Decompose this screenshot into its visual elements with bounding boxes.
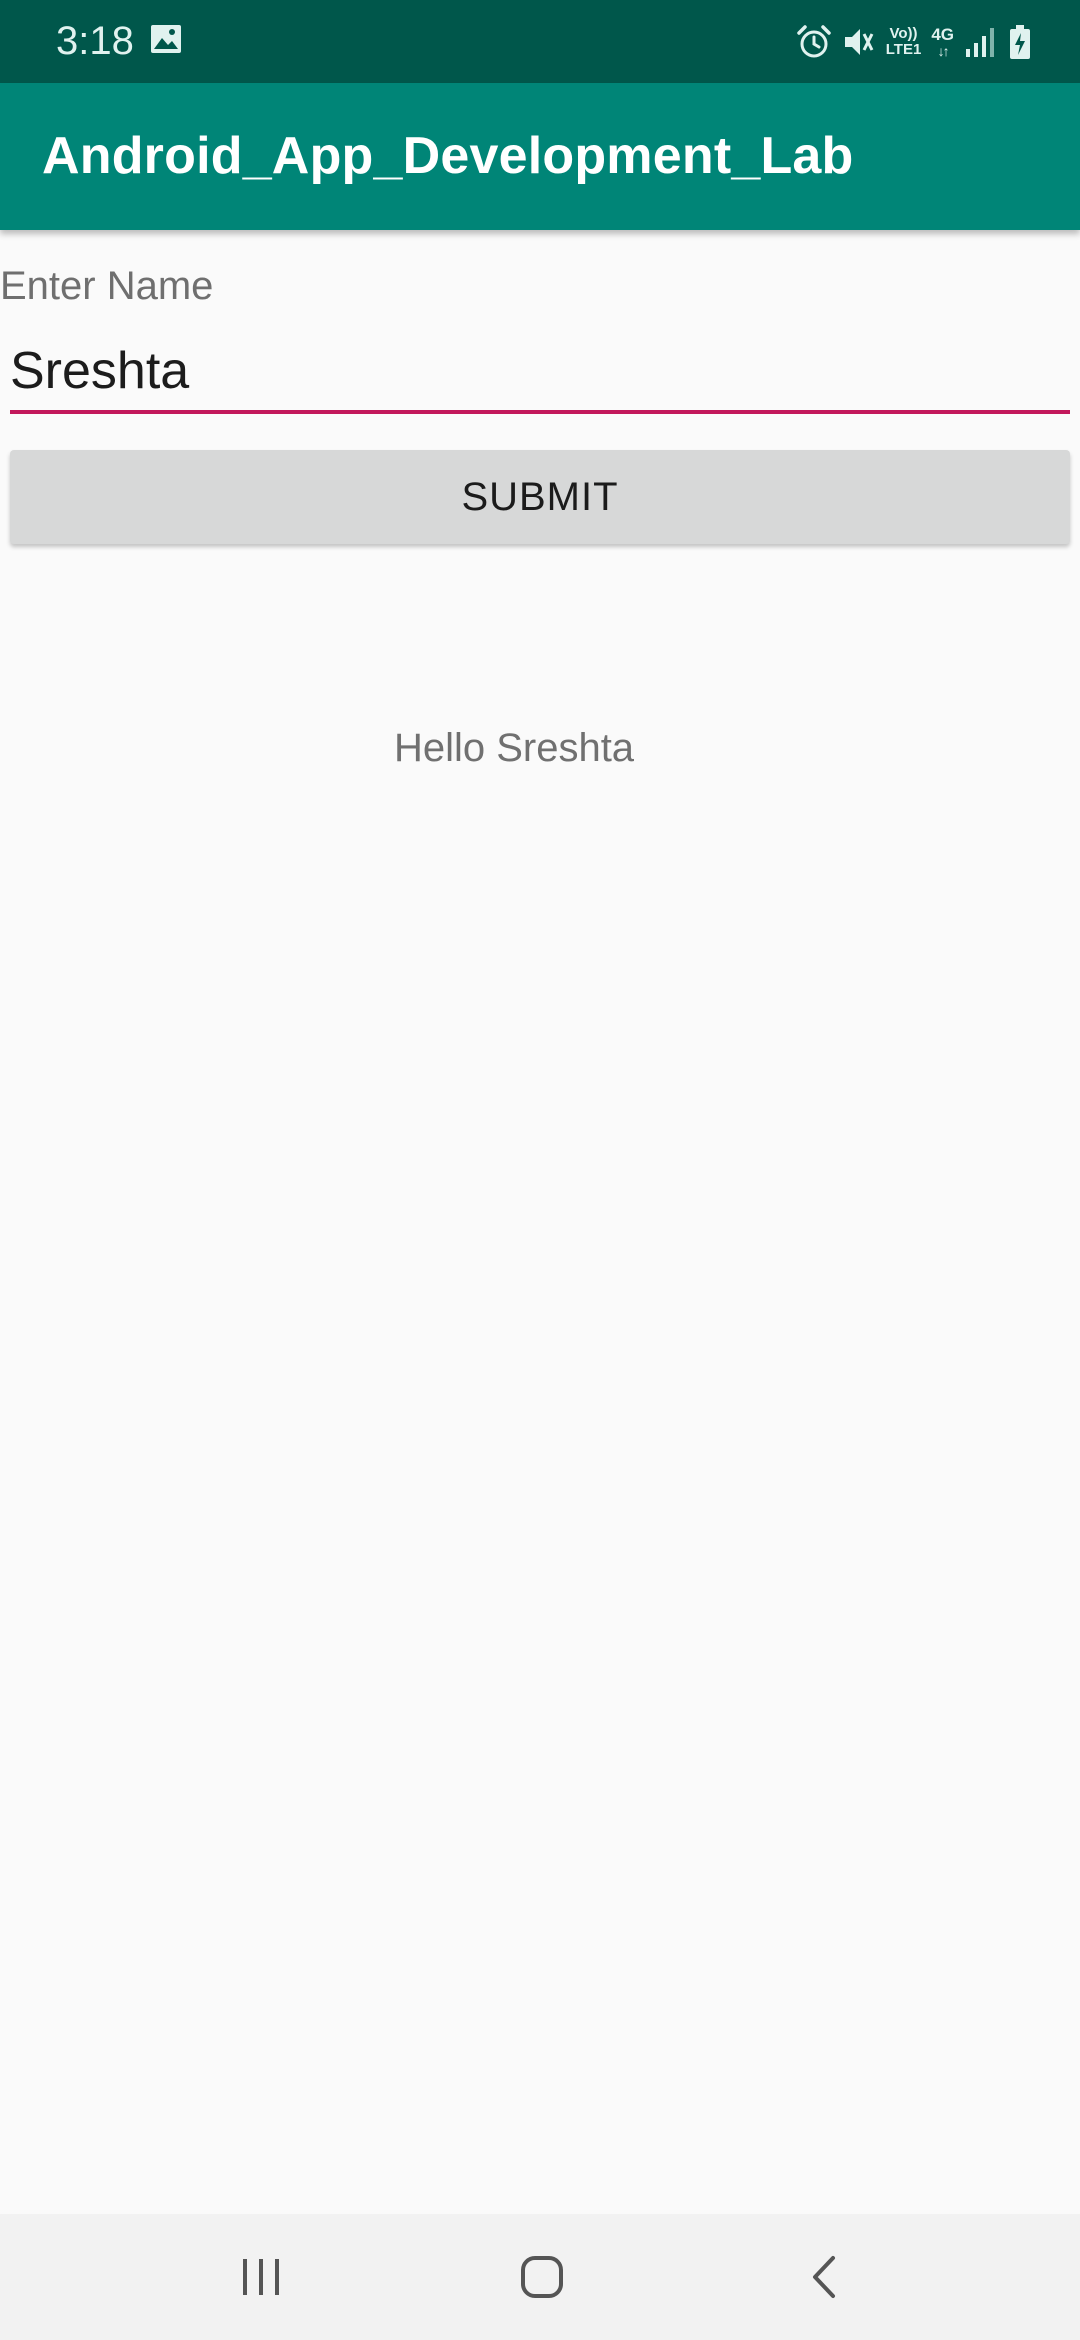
network-type-indicator: 4G ↓↑ [931, 25, 954, 59]
recents-icon [243, 2259, 279, 2295]
name-input[interactable] [10, 332, 1070, 410]
signal-icon [966, 28, 994, 57]
back-icon [813, 2256, 835, 2298]
recents-button[interactable] [191, 2214, 331, 2340]
back-button[interactable] [754, 2214, 894, 2340]
navigation-bar [0, 2214, 1080, 2340]
lte-label: LTE1 [885, 41, 922, 58]
submit-button[interactable]: SUBMIT [10, 450, 1070, 544]
gallery-icon [151, 25, 181, 53]
greeting-text: Hello Sreshta [393, 726, 635, 770]
data-arrows-icon: ↓↑ [937, 43, 950, 59]
screen: 3:18 Vo)) LTE1 4G ↓↑ Android_App_Develop… [0, 0, 1080, 2340]
mute-icon [844, 29, 874, 55]
input-underline [10, 410, 1070, 414]
home-icon [521, 2256, 563, 2298]
status-bar: 3:18 Vo)) LTE1 4G ↓↑ [0, 0, 1080, 83]
app-bar: Android_App_Development_Lab [0, 83, 1080, 230]
alarm-icon [797, 25, 831, 58]
network-type-label: 4G [931, 25, 954, 44]
home-button[interactable] [472, 2214, 612, 2340]
status-icons: Vo)) LTE1 4G ↓↑ [796, 20, 1032, 64]
battery-charging-icon [1010, 25, 1030, 59]
name-field[interactable] [10, 332, 1070, 416]
app-title: Android_App_Development_Lab [42, 127, 854, 185]
volte-indicator: Vo)) LTE1 [886, 26, 922, 58]
status-time: 3:18 [56, 19, 134, 63]
volte-label: Vo)) [889, 25, 918, 42]
name-label: Enter Name [0, 264, 214, 308]
